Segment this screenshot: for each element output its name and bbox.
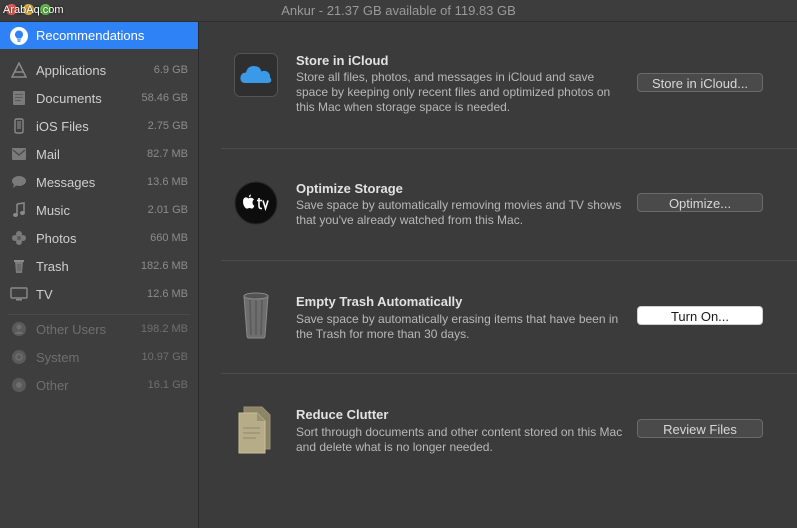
recommendation-description: Sort through documents and other content… [296, 425, 623, 454]
optimize-button[interactable]: Optimize... [637, 193, 763, 212]
sidebar-item-label: TV [36, 286, 53, 302]
other-users-icon [10, 320, 28, 338]
sidebar-item-size: 12.6 MB [147, 288, 188, 300]
sidebar-item-applications[interactable]: Applications 6.9 GB [0, 58, 198, 82]
sidebar-item-label: Documents [36, 90, 102, 106]
sidebar-item-label: Trash [36, 258, 69, 274]
sidebar-item-system: System 10.97 GB [0, 345, 198, 369]
sidebar-item-label: Applications [36, 62, 107, 78]
icloud-icon [234, 53, 278, 102]
sidebar-item-music[interactable]: Music 2.01 GB [0, 198, 198, 222]
sidebar-item-size: 6.9 GB [153, 64, 188, 76]
trash-can-icon [234, 290, 278, 345]
documents-stack-icon [234, 403, 278, 460]
section-divider [221, 148, 797, 149]
sidebar-item-label: System [36, 349, 80, 365]
apple-tv-icon [234, 181, 278, 230]
sidebar-item-size: 660 MB [150, 232, 188, 244]
sidebar-item-label: Mail [36, 146, 60, 162]
sidebar-item-label: Recommendations [36, 28, 145, 43]
store-in-icloud-button[interactable]: Store in iCloud... [637, 73, 763, 92]
section-divider [221, 373, 797, 374]
recommendation-title: Optimize Storage [296, 181, 403, 196]
ios-files-icon [10, 117, 28, 135]
sidebar-item-documents[interactable]: Documents 58.46 GB [0, 86, 198, 110]
sidebar-item-recommendations[interactable]: Recommendations [0, 22, 198, 49]
system-icon [10, 348, 28, 366]
recommendation-description: Save space by automatically erasing item… [296, 312, 619, 341]
sidebar-item-size: 58.46 GB [141, 92, 188, 104]
section-divider [221, 260, 797, 261]
sidebar-item-size: 82.7 MB [147, 148, 188, 160]
sidebar-item-size: 13.6 MB [147, 176, 188, 188]
sidebar-item-label: Messages [36, 174, 96, 190]
window-title: Ankur - 21.37 GB available of 119.83 GB [281, 3, 516, 18]
sidebar-item-ios-files[interactable]: iOS Files 2.75 GB [0, 114, 198, 138]
sidebar: Recommendations Applications 6.9 GB Docu… [0, 22, 199, 528]
sidebar-item-trash[interactable]: Trash 182.6 MB [0, 254, 198, 278]
recommendation-title: Empty Trash Automatically [296, 294, 463, 309]
window-titlebar: Ankur - 21.37 GB available of 119.83 GB … [0, 0, 797, 22]
applications-icon [10, 61, 28, 79]
lightbulb-icon [10, 26, 28, 45]
sidebar-item-mail[interactable]: Mail 82.7 MB [0, 142, 198, 166]
trash-icon [10, 257, 28, 275]
sidebar-item-size: 2.01 GB [147, 204, 188, 216]
sidebar-item-other-users: Other Users 198.2 MB [0, 317, 198, 341]
recommendation-description: Save space by automatically removing mov… [296, 198, 622, 227]
sidebar-item-size: 16.1 GB [147, 379, 188, 391]
recommendations-panel: Store in iCloud Store all files, photos,… [199, 22, 797, 528]
sidebar-divider [8, 314, 190, 315]
sidebar-item-messages[interactable]: Messages 13.6 MB [0, 170, 198, 194]
sidebar-item-label: Photos [36, 230, 77, 246]
turn-on-button[interactable]: Turn On... [637, 306, 763, 325]
sidebar-item-size: 182.6 MB [140, 260, 188, 272]
sidebar-item-size: 2.75 GB [147, 120, 188, 132]
sidebar-item-label: iOS Files [36, 118, 89, 134]
sidebar-item-size: 10.97 GB [141, 351, 188, 363]
documents-icon [10, 89, 28, 107]
other-icon [10, 376, 28, 394]
sidebar-item-label: Other Users [36, 321, 107, 337]
sidebar-item-label: Other [36, 377, 69, 393]
tv-icon [10, 285, 28, 303]
music-icon [10, 201, 28, 219]
sidebar-item-size: 198.2 MB [140, 323, 188, 335]
recommendation-title: Reduce Clutter [296, 407, 389, 422]
review-files-button[interactable]: Review Files [637, 419, 763, 438]
photos-icon [10, 229, 28, 247]
mail-icon [10, 145, 28, 163]
sidebar-item-photos[interactable]: Photos 660 MB [0, 226, 198, 250]
messages-icon [10, 173, 28, 191]
watermark: ArabAq.com [3, 4, 64, 16]
sidebar-item-tv[interactable]: TV 12.6 MB [0, 282, 198, 306]
recommendation-description: Store all files, photos, and messages in… [296, 70, 611, 114]
sidebar-item-other: Other 16.1 GB [0, 373, 198, 397]
recommendation-title: Store in iCloud [296, 53, 389, 68]
sidebar-item-label: Music [36, 202, 70, 218]
